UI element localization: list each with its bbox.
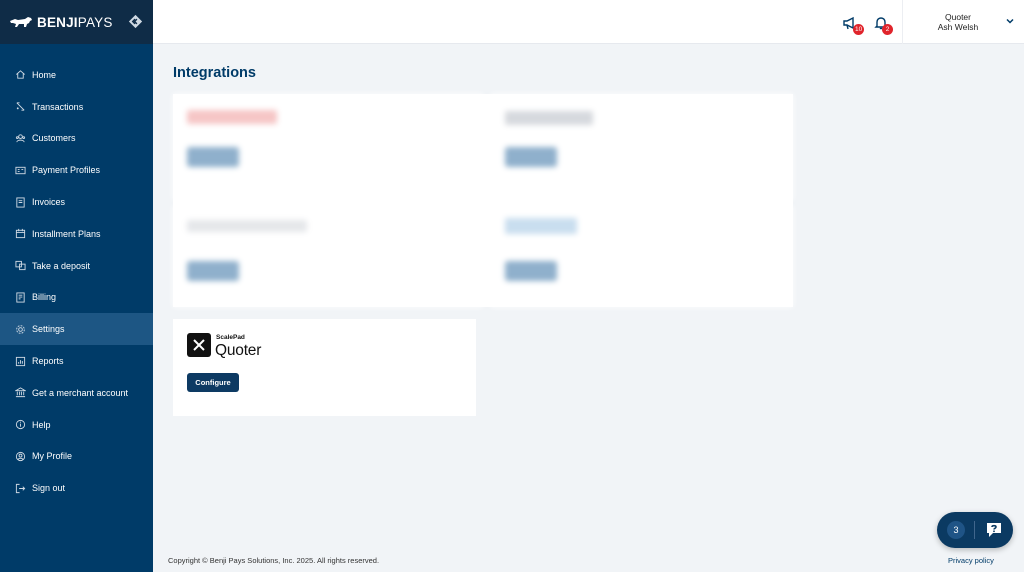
- integration-card: [491, 206, 793, 307]
- user-menu[interactable]: Quoter Ash Welsh: [913, 12, 1003, 32]
- sidebar-item-sign-out[interactable]: Sign out: [0, 472, 153, 504]
- sidebar-item-label: Invoices: [32, 197, 66, 208]
- billing-icon: [15, 292, 26, 303]
- info-icon: [15, 419, 26, 430]
- sidebar-item-settings[interactable]: Settings: [0, 313, 153, 346]
- deposit-icon: [15, 260, 26, 271]
- announcements-badge: 10: [853, 24, 865, 35]
- sidebar-item-invoices[interactable]: Invoices: [0, 186, 153, 218]
- sidebar-item-label: Take a deposit: [32, 260, 91, 271]
- transactions-icon: [15, 101, 26, 112]
- sidebar-item-label: My Profile: [32, 451, 73, 462]
- sidebar-item-help[interactable]: Help: [0, 409, 153, 441]
- gear-icon: [15, 324, 26, 335]
- brand-logo[interactable]: BENJIPAYS: [9, 15, 113, 30]
- user-name: Ash Welsh: [937, 22, 979, 32]
- sign-out-icon: [15, 483, 26, 494]
- sidebar-item-label: Help: [32, 419, 51, 430]
- sidebar-item-label: Customers: [32, 133, 76, 144]
- customers-icon: [15, 133, 26, 144]
- sidebar-item-label: Installment Plans: [32, 228, 101, 239]
- sidebar: BENJIPAYS Home Transactions Customers Pa…: [0, 0, 153, 572]
- privacy-policy-link[interactable]: Privacy policy: [948, 556, 994, 565]
- integration-logo: [505, 111, 593, 125]
- help-widget[interactable]: 3: [937, 512, 1013, 548]
- sidebar-item-transactions[interactable]: Transactions: [0, 91, 153, 123]
- sidebar-item-label: Get a merchant account: [32, 387, 129, 398]
- integration-logo: [187, 220, 307, 232]
- sidebar-item-label: Settings: [32, 324, 65, 335]
- company-name: Quoter: [945, 12, 971, 22]
- integration-card: [173, 206, 483, 307]
- home-icon: [15, 69, 26, 80]
- integration-logo: [505, 218, 577, 234]
- top-header: 10 2 Quoter Ash Welsh: [153, 0, 1024, 44]
- reports-icon: [15, 356, 26, 367]
- sidebar-item-merchant-account[interactable]: Get a merchant account: [0, 377, 153, 409]
- integration-button[interactable]: [505, 261, 557, 281]
- sidebar-item-label: Sign out: [32, 483, 66, 494]
- header-divider: [902, 0, 903, 44]
- integration-button[interactable]: [187, 261, 239, 281]
- payment-profiles-icon: [15, 165, 26, 176]
- sidebar-item-payment-profiles[interactable]: Payment Profiles: [0, 154, 153, 186]
- invoices-icon: [15, 197, 26, 208]
- collapse-sidebar-icon[interactable]: [128, 14, 143, 29]
- configure-button[interactable]: Configure: [187, 373, 239, 392]
- scalepad-label: ScalePad: [216, 334, 245, 341]
- sidebar-item-label: Home: [32, 69, 57, 80]
- integration-card: [173, 94, 483, 200]
- sidebar-item-take-a-deposit[interactable]: Take a deposit: [0, 250, 153, 282]
- chevron-down-icon[interactable]: [1005, 16, 1015, 26]
- bank-icon: [15, 387, 26, 398]
- sidebar-item-customers[interactable]: Customers: [0, 123, 153, 155]
- help-widget-divider: [974, 521, 975, 539]
- copyright-text: Copyright © Benji Pays Solutions, Inc. 2…: [168, 556, 380, 565]
- integration-logo: [187, 110, 277, 124]
- sidebar-item-home[interactable]: Home: [0, 59, 153, 91]
- help-chat-icon[interactable]: [984, 520, 1004, 540]
- notifications-badge: 2: [882, 24, 893, 35]
- integration-card: [491, 94, 793, 200]
- integration-button[interactable]: [505, 147, 557, 167]
- quoter-label: Quoter: [215, 342, 262, 359]
- integrations-grid: [173, 94, 793, 307]
- quoter-logo-icon: [187, 333, 211, 357]
- user-icon: [15, 451, 26, 462]
- sidebar-item-reports[interactable]: Reports: [0, 345, 153, 377]
- sidebar-item-installment-plans[interactable]: Installment Plans: [0, 218, 153, 250]
- brand-name-bold: BENJI: [37, 14, 78, 30]
- calendar-icon: [15, 228, 26, 239]
- sidebar-item-billing[interactable]: Billing: [0, 282, 153, 314]
- dog-logo-icon: [10, 17, 32, 27]
- sidebar-item-label: Billing: [32, 292, 57, 303]
- brand-bar: BENJIPAYS: [0, 0, 153, 44]
- page-title: Integrations: [173, 65, 256, 81]
- sidebar-item-my-profile[interactable]: My Profile: [0, 441, 153, 473]
- sidebar-nav: Home Transactions Customers Payment Prof…: [0, 44, 153, 504]
- quoter-integration-card: ScalePad Quoter Configure: [173, 319, 476, 416]
- integration-button[interactable]: [187, 147, 239, 167]
- help-count-badge: 3: [947, 521, 965, 539]
- sidebar-item-label: Transactions: [32, 101, 84, 112]
- brand-name-rest: PAYS: [77, 14, 113, 30]
- sidebar-item-label: Reports: [32, 356, 64, 367]
- sidebar-item-label: Payment Profiles: [32, 165, 101, 176]
